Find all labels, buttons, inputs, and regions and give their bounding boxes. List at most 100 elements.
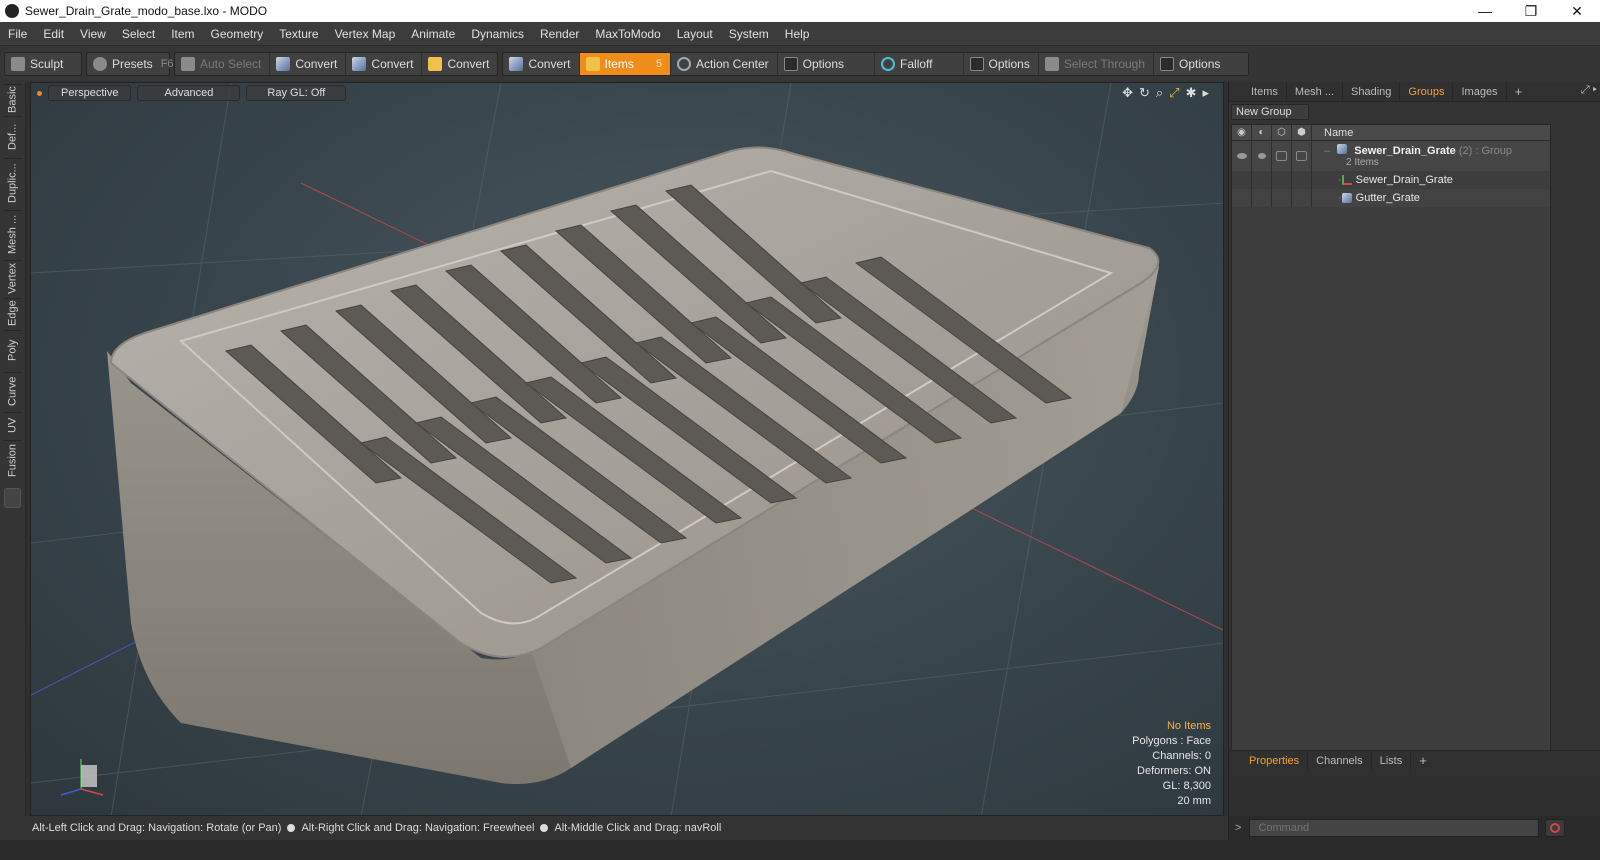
lock-checkbox[interactable] bbox=[1296, 151, 1307, 161]
render-cell bbox=[1252, 189, 1272, 207]
list-item[interactable]: · Sewer_Drain_Grate bbox=[1232, 171, 1550, 189]
menu-layout[interactable]: Layout bbox=[669, 22, 721, 46]
maximize-button[interactable]: ❐ bbox=[1508, 0, 1554, 22]
tab-vertex[interactable]: Vertex bbox=[3, 260, 22, 296]
menu-item[interactable]: Item bbox=[163, 22, 202, 46]
move-view-icon[interactable]: ✥ bbox=[1122, 85, 1133, 101]
list-item[interactable]: · Gutter_Grate bbox=[1232, 189, 1550, 207]
collapse-toggle-icon[interactable]: – bbox=[1324, 145, 1330, 157]
action-center-button[interactable]: Action Center bbox=[671, 53, 778, 75]
zoom-view-icon[interactable]: ⌕ bbox=[1156, 85, 1163, 101]
select-through-icon bbox=[1044, 57, 1059, 71]
add-tab-icon[interactable]: + bbox=[1411, 753, 1435, 768]
visibility-cell bbox=[1232, 189, 1252, 207]
menu-render[interactable]: Render bbox=[532, 22, 587, 46]
tab-fusion[interactable]: Fusion bbox=[3, 440, 22, 480]
sculpt-icon bbox=[11, 57, 25, 71]
tab-lists[interactable]: Lists bbox=[1372, 750, 1412, 771]
name-column-header: Name bbox=[1324, 126, 1354, 139]
command-input[interactable] bbox=[1249, 819, 1540, 837]
menu-file[interactable]: File bbox=[0, 22, 35, 46]
sculpt-button[interactable]: Sculpt bbox=[5, 53, 71, 75]
menu-edit[interactable]: Edit bbox=[35, 22, 72, 46]
perspective-button[interactable]: Perspective bbox=[48, 85, 132, 101]
items-mode-button[interactable]: Items 5 bbox=[579, 53, 671, 75]
menu-help[interactable]: Help bbox=[777, 22, 818, 46]
command-history-arrow-icon[interactable]: > bbox=[1235, 822, 1241, 834]
lock-column-icon[interactable]: ⬢ bbox=[1292, 125, 1312, 141]
tab-shading[interactable]: Shading bbox=[1343, 81, 1401, 102]
menu-geometry[interactable]: Geometry bbox=[203, 22, 272, 46]
advanced-shading-button[interactable]: Advanced bbox=[137, 85, 241, 101]
options-button-3[interactable]: Options bbox=[1154, 53, 1248, 75]
visibility-column-icon[interactable]: ◉ bbox=[1232, 125, 1252, 141]
groups-list: ◉ ◐ ⬡ ⬢ Name – Sewer_Drain_Grate (2) : G… bbox=[1231, 124, 1551, 757]
tab-basic[interactable]: Basic bbox=[3, 84, 22, 114]
tab-uv[interactable]: UV bbox=[3, 412, 22, 438]
axis-gizmo bbox=[60, 759, 104, 796]
command-bar: > bbox=[1229, 816, 1600, 840]
tab-duplicate[interactable]: Duplic... bbox=[3, 158, 22, 208]
select-through-label: Select Through bbox=[1063, 57, 1146, 71]
raygl-button[interactable]: Ray GL: Off bbox=[246, 85, 347, 101]
rotate-view-icon[interactable]: ↻ bbox=[1139, 85, 1150, 101]
tab-edge[interactable]: Edge bbox=[3, 298, 22, 328]
menu-animate[interactable]: Animate bbox=[403, 22, 463, 46]
eye-icon[interactable] bbox=[1236, 153, 1247, 159]
viewport-menu-arrow-icon[interactable]: ▸ bbox=[1202, 85, 1209, 101]
tab-add-button[interactable] bbox=[4, 488, 21, 508]
menu-system[interactable]: System bbox=[721, 22, 777, 46]
close-button[interactable]: ✕ bbox=[1554, 0, 1600, 22]
tab-channels[interactable]: Channels bbox=[1308, 750, 1372, 771]
minimize-button[interactable]: — bbox=[1462, 0, 1508, 22]
tab-mesh[interactable]: Mesh ... bbox=[1287, 81, 1344, 102]
select-column-icon[interactable]: ⬡ bbox=[1272, 125, 1292, 141]
properties-tabs: Properties Channels Lists + bbox=[1229, 750, 1600, 771]
add-tab-icon[interactable]: + bbox=[1507, 84, 1531, 99]
options-button-2[interactable]: Options bbox=[964, 53, 1039, 75]
menu-select[interactable]: Select bbox=[114, 22, 163, 46]
select-checkbox[interactable] bbox=[1276, 151, 1287, 161]
convert-button-2[interactable]: Convert bbox=[346, 53, 423, 75]
panel-expand-icon[interactable]: ⤢ ▸ bbox=[1581, 84, 1597, 97]
falloff-button[interactable]: Falloff bbox=[875, 53, 964, 75]
tab-polygon[interactable]: Poly bbox=[3, 330, 22, 370]
convert-button-3[interactable]: Convert bbox=[422, 53, 497, 75]
select-through-button[interactable]: Select Through bbox=[1039, 53, 1155, 75]
tab-mesh-edit[interactable]: Mesh ... bbox=[3, 210, 22, 258]
convert-button-1[interactable]: Convert bbox=[270, 53, 347, 75]
auto-select-label: Auto Select bbox=[200, 57, 262, 71]
render-column-icon[interactable]: ◐ bbox=[1252, 125, 1272, 141]
tab-items[interactable]: Items bbox=[1243, 81, 1287, 102]
record-macro-button[interactable] bbox=[1545, 819, 1566, 837]
menu-texture[interactable]: Texture bbox=[271, 22, 326, 46]
convert-group: Auto Select Convert Convert Convert bbox=[174, 52, 499, 76]
group-row[interactable]: – Sewer_Drain_Grate (2) : Group 2 Items bbox=[1232, 141, 1550, 171]
fit-view-icon[interactable]: ⤢ bbox=[1169, 85, 1179, 101]
options-button-1[interactable]: Options bbox=[778, 53, 876, 75]
select-cell bbox=[1272, 171, 1292, 189]
viewport-settings-icon[interactable]: ✱ bbox=[1186, 85, 1197, 101]
menu-view[interactable]: View bbox=[72, 22, 114, 46]
stat-polygons: Polygons : Face bbox=[1132, 735, 1211, 747]
tab-deform[interactable]: Def... bbox=[3, 116, 22, 156]
menu-dynamics[interactable]: Dynamics bbox=[463, 22, 532, 46]
presets-button[interactable]: Presets F6 bbox=[87, 53, 182, 75]
convert-button-4[interactable]: Convert bbox=[503, 53, 580, 75]
tab-groups[interactable]: Groups bbox=[1400, 81, 1454, 102]
auto-select-button[interactable]: Auto Select bbox=[175, 53, 271, 75]
tab-images[interactable]: Images bbox=[1453, 81, 1507, 102]
status-hint-freewheel: Alt-Right Click and Drag: Navigation: Fr… bbox=[301, 822, 535, 834]
render-icon[interactable] bbox=[1257, 153, 1266, 159]
visibility-cell bbox=[1232, 171, 1252, 189]
new-group-button[interactable]: New Group bbox=[1231, 104, 1309, 120]
stat-no-items: No Items bbox=[1166, 720, 1211, 732]
menu-vertex-map[interactable]: Vertex Map bbox=[327, 22, 404, 46]
viewport-scene[interactable] bbox=[31, 83, 1224, 816]
tab-curve[interactable]: Curve bbox=[3, 372, 22, 410]
falloff-label: Falloff bbox=[900, 57, 933, 71]
tab-properties[interactable]: Properties bbox=[1241, 750, 1309, 771]
3d-viewport[interactable]: Perspective Advanced Ray GL: Off ✥ ↻ ⌕ ⤢… bbox=[30, 82, 1224, 816]
menu-maxtomodo[interactable]: MaxToModo bbox=[587, 22, 668, 46]
lock-cell bbox=[1292, 141, 1312, 171]
